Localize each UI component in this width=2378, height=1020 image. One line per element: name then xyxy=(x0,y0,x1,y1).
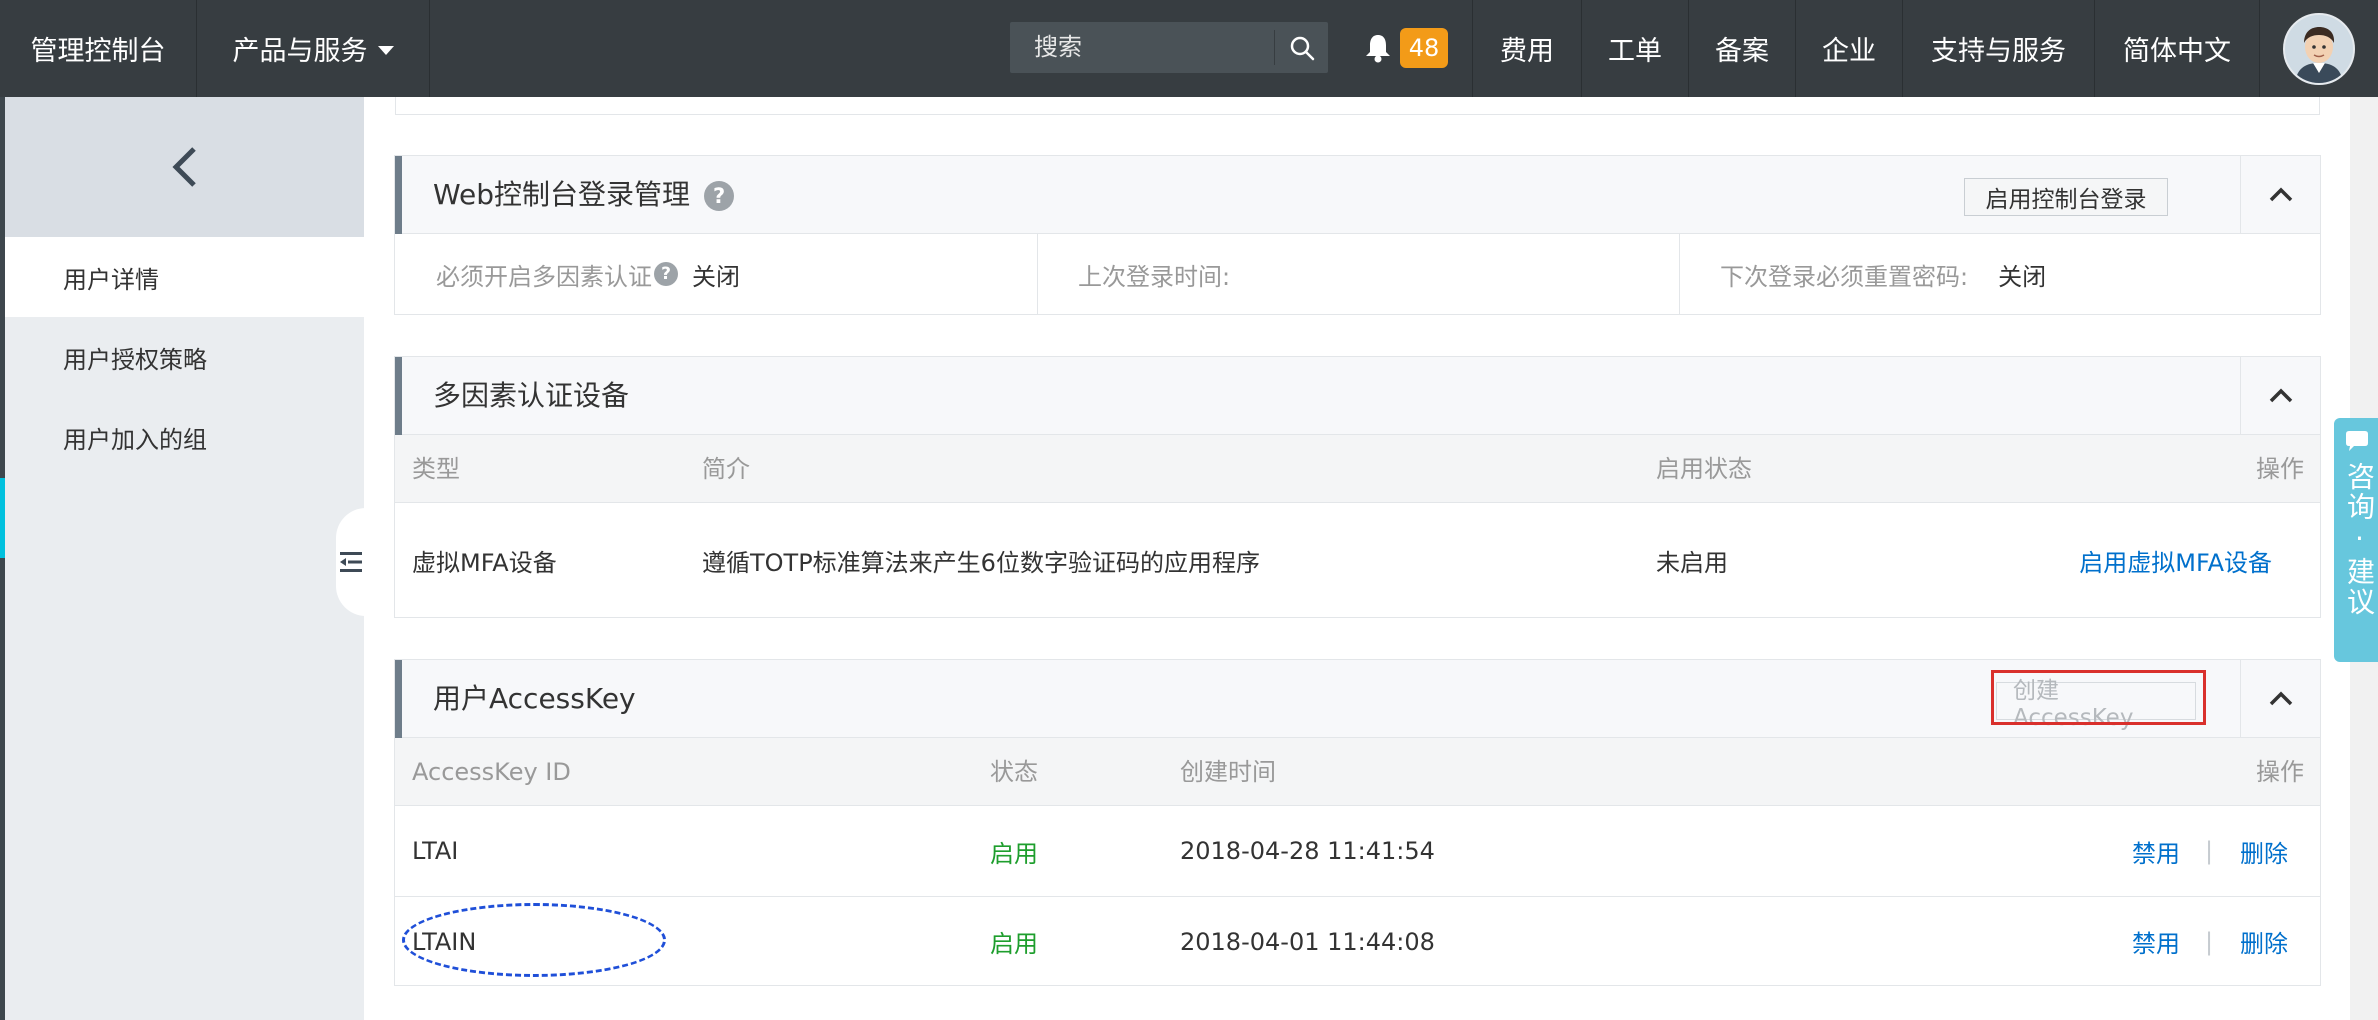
action-separator: | xyxy=(2205,927,2214,956)
search-box[interactable]: 搜索 xyxy=(1010,22,1328,73)
accesskey-created-cell: 2018-04-01 11:44:08 xyxy=(1180,927,1435,956)
sidebar-item-user-details[interactable]: 用户详情 xyxy=(5,237,364,317)
column-header-accesskey-id: AccessKey ID xyxy=(412,758,571,786)
table-row: LTAIN 启用 2018-04-01 11:44:08 禁用 | 删除 xyxy=(395,897,2320,986)
previous-panel-bottom xyxy=(395,97,2320,115)
mfa-type-cell: 虚拟MFA设备 xyxy=(412,548,557,577)
enable-virtual-mfa-link[interactable]: 启用虚拟MFA设备 xyxy=(2079,503,2272,617)
mfa-required-field: 必须开启多因素认证? 关闭 xyxy=(436,234,740,314)
reset-password-value: 关闭 xyxy=(1998,262,2047,291)
accesskey-created-cell: 2018-04-28 11:41:54 xyxy=(1180,837,1435,865)
panel-title-text: Web控制台登录管理 xyxy=(433,178,691,211)
reset-password-field: 下次登录必须重置密码: 关闭 xyxy=(1720,234,2046,314)
console-home-link[interactable]: 管理控制台 xyxy=(0,0,196,97)
panel-header-accent xyxy=(395,357,402,435)
sidebar-item-user-policies[interactable]: 用户授权策略 xyxy=(5,317,364,397)
login-info-row: 必须开启多因素认证? 关闭 上次登录时间: 下次登录必须重置密码: 关闭 xyxy=(395,234,2320,314)
mfa-description-cell: 遵循TOTP标准算法来产生6位数字验证码的应用程序 xyxy=(702,548,1260,577)
panel-header: Web控制台登录管理? 启用控制台登录 xyxy=(395,156,2320,234)
feedback-label: 咨询·建议 xyxy=(2343,462,2376,617)
column-header-created: 创建时间 xyxy=(1180,758,1276,786)
avatar-icon xyxy=(2285,15,2353,83)
accesskey-status-cell: 启用 xyxy=(990,839,1038,868)
panel-collapse-toggle[interactable] xyxy=(2240,357,2320,435)
reset-password-label: 下次登录必须重置密码: xyxy=(1720,262,1969,291)
disable-accesskey-link[interactable]: 禁用 xyxy=(2132,806,2180,896)
panel-title: 用户AccessKey xyxy=(433,682,636,715)
annotation-ellipse xyxy=(402,903,666,977)
nav-enterprise[interactable]: 企业 xyxy=(1796,0,1902,97)
action-separator: | xyxy=(2205,837,2214,865)
back-button[interactable] xyxy=(5,97,364,237)
column-header-description: 简介 xyxy=(702,455,750,483)
products-menu[interactable]: 产品与服务 xyxy=(197,0,429,97)
bell-icon xyxy=(1366,35,1390,63)
table-header: AccessKey ID 状态 创建时间 操作 xyxy=(395,738,2320,806)
notification-count-badge: 48 xyxy=(1400,28,1448,68)
user-avatar[interactable] xyxy=(2283,13,2355,85)
enable-console-login-button[interactable]: 启用控制台登录 xyxy=(1964,178,2168,216)
search-icon xyxy=(1290,36,1315,60)
divider xyxy=(1037,234,1038,314)
last-login-label: 上次登录时间: xyxy=(1078,262,1231,291)
search-input[interactable]: 搜索 xyxy=(1034,22,1082,73)
chevron-left-icon xyxy=(171,147,196,187)
top-navigation-bar: 管理控制台 产品与服务 搜索 48 费用 工单 备案 企业 支持与服务 简体中文 xyxy=(0,0,2378,97)
column-header-actions: 操作 xyxy=(2256,455,2304,483)
disable-accesskey-link[interactable]: 禁用 xyxy=(2132,897,2180,986)
notification-button[interactable] xyxy=(1358,28,1398,68)
sidebar-item-label: 用户详情 xyxy=(63,265,159,294)
chat-icon xyxy=(2346,431,2368,451)
help-icon[interactable]: ? xyxy=(654,262,678,286)
mfa-status-cell: 未启用 xyxy=(1656,548,1728,577)
nav-icp-filing[interactable]: 备案 xyxy=(1689,0,1795,97)
nav-language[interactable]: 简体中文 xyxy=(2095,0,2259,97)
panel-title: 多因素认证设备 xyxy=(433,379,630,412)
delete-accesskey-link[interactable]: 删除 xyxy=(2240,897,2288,986)
help-icon[interactable]: ? xyxy=(704,181,735,211)
search-button[interactable] xyxy=(1276,22,1328,73)
chevron-up-icon xyxy=(2269,187,2292,202)
chevron-up-icon xyxy=(2269,388,2292,403)
divider xyxy=(1274,30,1275,65)
panel-collapse-toggle[interactable] xyxy=(2240,156,2320,234)
sidebar-item-label: 用户授权策略 xyxy=(63,345,207,374)
nav-billing[interactable]: 费用 xyxy=(1473,0,1581,97)
panel-header-accent xyxy=(395,660,402,738)
panel-collapse-toggle[interactable] xyxy=(2240,660,2320,738)
caret-down-icon xyxy=(377,46,394,55)
divider xyxy=(2259,0,2260,97)
feedback-side-tab[interactable]: 咨询·建议 xyxy=(2334,418,2378,662)
table-header: 类型 简介 启用状态 操作 xyxy=(395,435,2320,503)
collapse-menu-icon xyxy=(340,552,362,572)
mfa-device-panel: 多因素认证设备 类型 简介 启用状态 操作 虚拟MFA设备 遵循TOTP标准算法… xyxy=(394,356,2321,618)
products-label: 产品与服务 xyxy=(232,36,368,67)
divider xyxy=(1679,234,1680,314)
column-header-actions: 操作 xyxy=(2256,758,2304,786)
column-header-status: 启用状态 xyxy=(1656,455,1752,483)
sidebar-collapse-button[interactable] xyxy=(336,508,366,616)
last-login-field: 上次登录时间: xyxy=(1078,234,1246,314)
accesskey-status-cell: 启用 xyxy=(990,930,1038,958)
sidebar-item-user-groups[interactable]: 用户加入的组 xyxy=(5,397,364,477)
mfa-required-value: 关闭 xyxy=(692,262,740,291)
nav-support[interactable]: 支持与服务 xyxy=(1903,0,2094,97)
table-row: 虚拟MFA设备 遵循TOTP标准算法来产生6位数字验证码的应用程序 未启用 启用… xyxy=(395,503,2320,617)
table-row: LTAI 启用 2018-04-28 11:41:54 禁用 | 删除 xyxy=(395,806,2320,897)
column-header-status: 状态 xyxy=(990,758,1038,786)
nav-tickets[interactable]: 工单 xyxy=(1582,0,1688,97)
accesskey-id-cell: LTAI xyxy=(412,837,459,865)
panel-header-accent xyxy=(395,156,402,234)
column-header-type: 类型 xyxy=(412,455,460,483)
highlight-box xyxy=(1991,670,2206,725)
sidebar-edge-highlight xyxy=(0,478,5,558)
delete-accesskey-link[interactable]: 删除 xyxy=(2240,806,2288,896)
divider xyxy=(429,0,430,97)
mfa-required-label: 必须开启多因素认证 xyxy=(436,262,652,291)
chevron-up-icon xyxy=(2269,691,2292,706)
sidebar-item-label: 用户加入的组 xyxy=(63,425,207,454)
panel-title: Web控制台登录管理? xyxy=(433,156,735,234)
panel-header: 多因素认证设备 xyxy=(395,357,2320,435)
web-console-login-panel: Web控制台登录管理? 启用控制台登录 必须开启多因素认证? 关闭 上次登录时间… xyxy=(394,155,2321,315)
